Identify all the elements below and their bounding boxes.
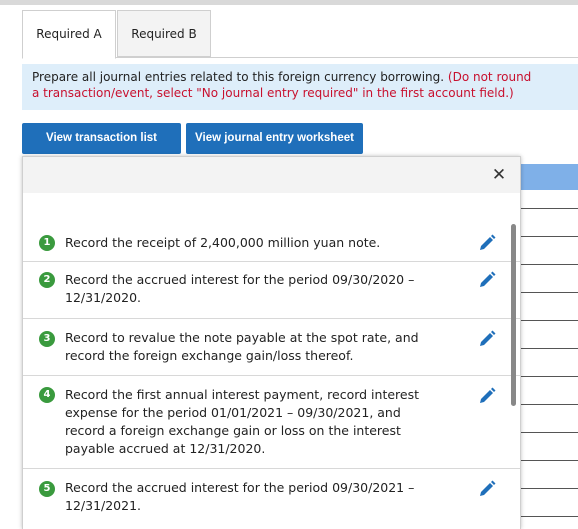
background-table-row xyxy=(521,376,578,377)
item-number-badge: 5 xyxy=(39,481,55,497)
item-number-badge: 3 xyxy=(39,331,55,347)
item-text: Record the first annual interest payment… xyxy=(65,386,455,458)
tab-required-b[interactable]: Required B xyxy=(117,10,211,57)
item-text-line: Record the first annual interest payment… xyxy=(65,387,419,402)
item-text-line: record the foreign exchange gain/loss th… xyxy=(65,348,354,363)
transaction-item-1: 1 Record the receipt of 2,400,000 millio… xyxy=(23,225,520,262)
item-text: Record to revalue the note payable at th… xyxy=(65,329,455,365)
instructions-note-1: (Do not round xyxy=(447,70,532,84)
item-number-badge: 4 xyxy=(39,387,55,403)
pencil-icon[interactable] xyxy=(477,233,497,253)
instructions-box: Prepare all journal entries related to t… xyxy=(22,64,578,110)
panel-header: ✕ xyxy=(23,157,520,193)
background-table-row xyxy=(521,236,578,237)
item-text-line: Record the accrued interest for the peri… xyxy=(65,272,415,287)
item-text-line: payable accrued at 12/31/2020. xyxy=(65,441,266,456)
background-table-row xyxy=(521,516,578,517)
close-icon[interactable]: ✕ xyxy=(489,165,509,185)
pencil-icon[interactable] xyxy=(477,386,497,406)
background-table-row xyxy=(521,264,578,265)
item-text-line: record a foreign exchange gain or loss o… xyxy=(65,423,401,438)
instructions-main: Prepare all journal entries related to t… xyxy=(32,70,445,84)
background-table-row xyxy=(521,460,578,461)
instructions-note-2: a transaction/event, select "No journal … xyxy=(32,86,514,100)
background-table-row xyxy=(521,348,578,349)
item-text-line: 12/31/2020. xyxy=(65,290,142,305)
pencil-icon[interactable] xyxy=(477,329,497,349)
view-transaction-list-button[interactable]: View transaction list xyxy=(22,123,181,154)
tab-required-a[interactable]: Required A xyxy=(22,10,116,59)
pencil-icon[interactable] xyxy=(477,479,497,499)
background-table-row xyxy=(521,432,578,433)
item-text-line: Record to revalue the note payable at th… xyxy=(65,330,419,345)
transaction-item-2: 2 Record the accrued interest for the pe… xyxy=(23,262,520,319)
transaction-item-5: 5 Record the accrued interest for the pe… xyxy=(23,469,520,526)
item-number-badge: 1 xyxy=(39,235,55,251)
transaction-list: 1 Record the receipt of 2,400,000 millio… xyxy=(23,225,520,526)
item-text: Record the receipt of 2,400,000 million … xyxy=(65,234,455,252)
transaction-item-4: 4 Record the first annual interest payme… xyxy=(23,376,520,469)
view-journal-entry-worksheet-button[interactable]: View journal entry worksheet xyxy=(186,123,363,154)
item-number-badge: 2 xyxy=(39,272,55,288)
pencil-icon[interactable] xyxy=(477,270,497,290)
top-border xyxy=(0,0,578,5)
instructions-line-1: Prepare all journal entries related to t… xyxy=(32,69,578,85)
item-text: Record the accrued interest for the peri… xyxy=(65,271,455,307)
background-table-row xyxy=(521,208,578,209)
background-table-row xyxy=(521,292,578,293)
item-text-line: Record the accrued interest for the peri… xyxy=(65,480,415,495)
background-table-header xyxy=(521,164,578,190)
item-text-line: Record the receipt of 2,400,000 million … xyxy=(65,235,381,250)
background-table-row xyxy=(521,320,578,321)
transaction-item-3: 3 Record to revalue the note payable at … xyxy=(23,319,520,376)
item-text-line: expense for the period 01/01/2021 – 09/3… xyxy=(65,405,401,420)
transaction-list-panel: ✕ 1 Record the receipt of 2,400,000 mill… xyxy=(22,156,521,529)
item-text-line: 12/31/2021. xyxy=(65,498,142,513)
background-table-row xyxy=(521,488,578,489)
background-table-row xyxy=(521,404,578,405)
item-text: Record the accrued interest for the peri… xyxy=(65,479,455,515)
panel-scrollbar[interactable] xyxy=(511,224,516,406)
